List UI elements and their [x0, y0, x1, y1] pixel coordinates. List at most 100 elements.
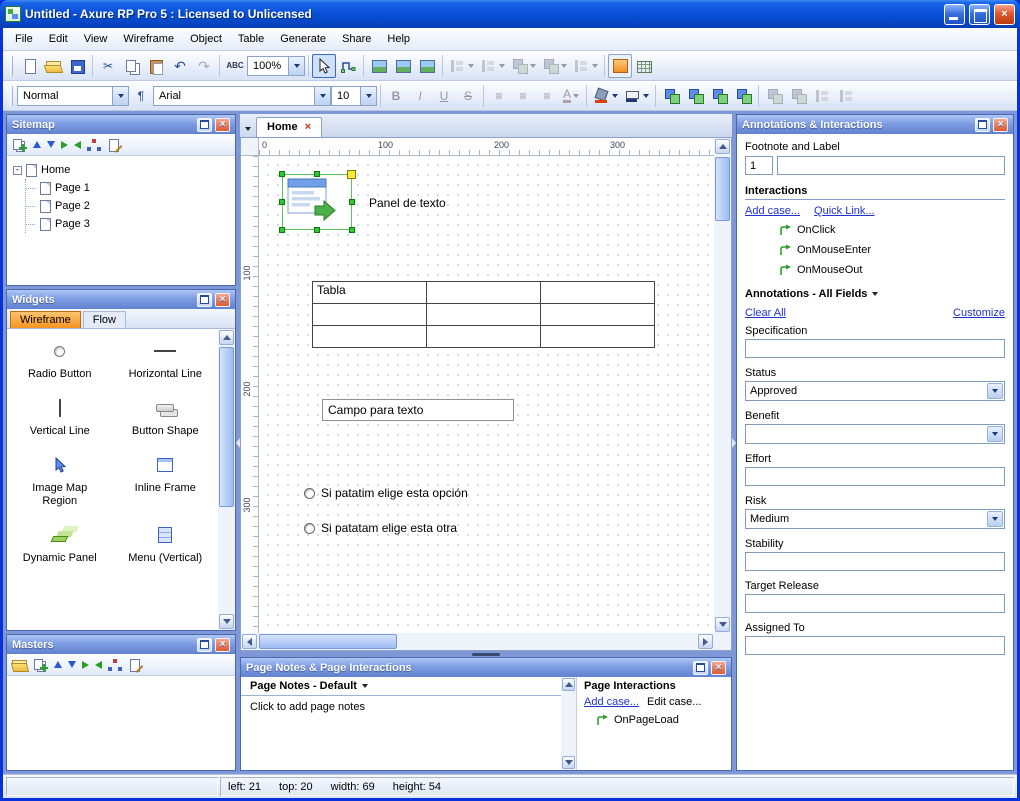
- close-panel-button[interactable]: ×: [215, 117, 230, 132]
- footnote-text-input[interactable]: [777, 156, 1005, 175]
- tree-node-page3[interactable]: Page 3: [26, 215, 229, 233]
- widgets-header[interactable]: Widgets ×: [7, 290, 235, 309]
- font-color-button[interactable]: A: [559, 84, 583, 108]
- save-button[interactable]: [65, 54, 89, 78]
- toolbar-grip[interactable]: [10, 85, 13, 106]
- move-up-icon[interactable]: [33, 141, 41, 148]
- indent-icon[interactable]: [61, 140, 68, 149]
- quick-link[interactable]: Quick Link...: [814, 205, 875, 217]
- fill-color-button[interactable]: [590, 84, 621, 108]
- scroll-up-icon[interactable]: [562, 678, 575, 691]
- undock-panel-button[interactable]: [693, 660, 708, 675]
- table-cell[interactable]: Tabla: [312, 281, 427, 304]
- bring-to-front-button[interactable]: [707, 84, 731, 108]
- undock-panel-button[interactable]: [197, 292, 212, 307]
- open-button[interactable]: [41, 54, 65, 78]
- paste-button[interactable]: [144, 54, 168, 78]
- design-canvas[interactable]: Panel de texto Tabla Campo para texto Si…: [259, 156, 714, 633]
- tab-close-icon[interactable]: ×: [305, 121, 311, 133]
- radio-widget-1[interactable]: Si patatim elige esta opción: [304, 486, 468, 500]
- benefit-select[interactable]: [745, 424, 1005, 444]
- clear-all-link[interactable]: Clear All: [745, 307, 786, 319]
- scroll-left-icon[interactable]: [242, 634, 257, 649]
- canvas-horizontal-scrollbar[interactable]: [241, 633, 714, 650]
- table-cell[interactable]: [312, 325, 427, 348]
- widget-dynamic-panel[interactable]: Dynamic Panel: [14, 523, 106, 566]
- scrollbar-thumb[interactable]: [715, 157, 730, 221]
- move-down-icon[interactable]: [47, 141, 55, 148]
- minimize-button[interactable]: [944, 3, 965, 25]
- tree-node-home[interactable]: - Home: [13, 161, 229, 179]
- undock-panel-button[interactable]: [975, 117, 990, 132]
- spell-check-button[interactable]: ABC: [223, 54, 247, 78]
- widget-radio-button[interactable]: Radio Button: [14, 339, 106, 382]
- copy-button[interactable]: [120, 54, 144, 78]
- send-to-back-button[interactable]: [731, 84, 755, 108]
- notes-splitter[interactable]: [240, 651, 732, 657]
- sitemap-header[interactable]: Sitemap ×: [7, 115, 235, 134]
- notes-scrollbar[interactable]: [561, 677, 576, 770]
- folder-icon[interactable]: [12, 658, 27, 672]
- outdent-icon[interactable]: [95, 660, 102, 669]
- default-style-button[interactable]: [608, 53, 632, 78]
- menu-generate[interactable]: Generate: [272, 30, 334, 48]
- specification-input[interactable]: [745, 339, 1005, 358]
- close-panel-button[interactable]: ×: [711, 660, 726, 675]
- scrollbar-thumb[interactable]: [259, 634, 397, 649]
- font-size-combo[interactable]: 10: [331, 85, 377, 106]
- table-widget[interactable]: Tabla: [312, 281, 655, 348]
- resize-handle[interactable]: [279, 199, 285, 205]
- align-center-button[interactable]: ≡: [511, 84, 535, 108]
- maximize-button[interactable]: [969, 3, 990, 25]
- scroll-up-icon[interactable]: [715, 139, 730, 154]
- status-select[interactable]: Approved: [745, 381, 1005, 401]
- order-objects-button[interactable]: [539, 54, 570, 78]
- close-panel-button[interactable]: ×: [993, 117, 1008, 132]
- resize-handle[interactable]: [279, 171, 285, 177]
- bold-button[interactable]: B: [384, 84, 408, 108]
- scroll-down-icon[interactable]: [715, 617, 730, 632]
- widget-inline-frame[interactable]: Inline Frame: [119, 453, 211, 510]
- zoom-combo[interactable]: 100%: [247, 55, 305, 76]
- menu-wireframe[interactable]: Wireframe: [115, 30, 182, 48]
- ungroup-button[interactable]: [683, 84, 707, 108]
- column-splitter[interactable]: [732, 114, 736, 771]
- effort-input[interactable]: [745, 467, 1005, 486]
- select-tool-button[interactable]: [312, 53, 336, 78]
- event-onmouseenter[interactable]: OnMouseEnter: [779, 241, 1005, 258]
- menu-object[interactable]: Object: [182, 30, 230, 48]
- event-onmouseout[interactable]: OnMouseOut: [779, 261, 1005, 278]
- tab-wireframe[interactable]: Wireframe: [10, 311, 81, 328]
- widget-vertical-line[interactable]: Vertical Line: [14, 396, 106, 439]
- cut-button[interactable]: ✂: [96, 54, 120, 78]
- title-bar[interactable]: Untitled - Axure RP Pro 5 : Licensed to …: [0, 0, 1020, 28]
- resize-handle[interactable]: [314, 171, 320, 177]
- close-button[interactable]: ×: [994, 3, 1015, 25]
- tree-node-page2[interactable]: Page 2: [26, 197, 229, 215]
- customize-link[interactable]: Customize: [953, 307, 1005, 319]
- connector-tool-button[interactable]: [336, 54, 360, 78]
- menu-file[interactable]: File: [7, 30, 41, 48]
- flip-button[interactable]: [834, 84, 858, 108]
- expander-icon[interactable]: -: [13, 165, 22, 175]
- paragraph-button[interactable]: ¶: [129, 84, 153, 108]
- font-combo[interactable]: Arial: [153, 85, 331, 106]
- rotate-button[interactable]: [810, 84, 834, 108]
- redo-button[interactable]: ↷: [192, 54, 216, 78]
- annotation-view-button[interactable]: [391, 54, 415, 78]
- group-button[interactable]: [659, 84, 683, 108]
- underline-button[interactable]: U: [432, 84, 456, 108]
- label-widget[interactable]: Panel de texto: [369, 196, 446, 210]
- group-objects-button[interactable]: [508, 54, 539, 78]
- scroll-down-icon[interactable]: [219, 614, 234, 629]
- table-cell[interactable]: [540, 325, 655, 348]
- table-cell[interactable]: [312, 303, 427, 326]
- resize-handle[interactable]: [349, 227, 355, 233]
- indent-icon[interactable]: [82, 660, 89, 669]
- unlock-button[interactable]: [786, 84, 810, 108]
- align-left-button[interactable]: ≡: [487, 84, 511, 108]
- risk-select[interactable]: Medium: [745, 509, 1005, 529]
- new-button[interactable]: [17, 54, 41, 78]
- undock-panel-button[interactable]: [197, 117, 212, 132]
- footnote-marker[interactable]: [347, 170, 356, 179]
